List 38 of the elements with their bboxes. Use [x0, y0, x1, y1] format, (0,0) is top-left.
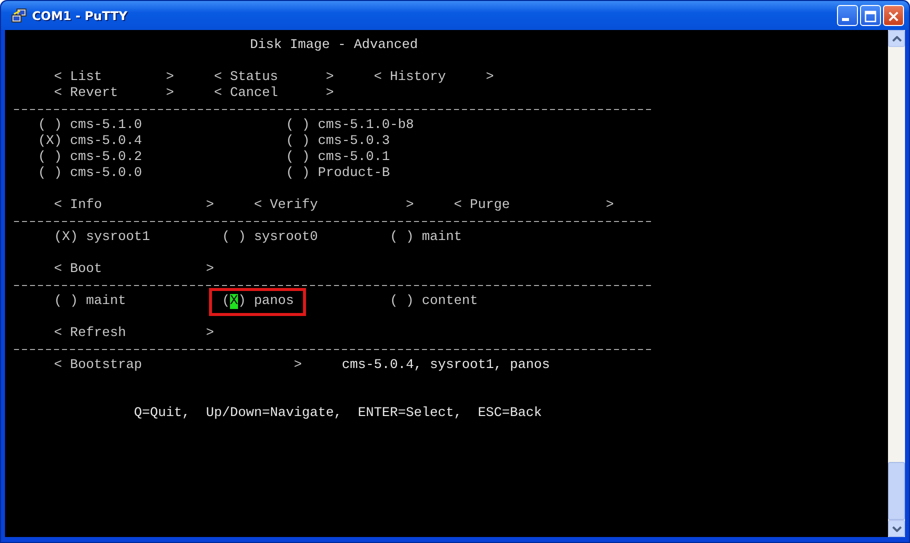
- scroll-up-button[interactable]: [888, 30, 905, 47]
- radio-option[interactable]: ( ) cms-5.0.2: [38, 150, 142, 166]
- menu-option[interactable]: < Refresh >: [54, 326, 214, 342]
- menu-option[interactable]: < Verify >: [254, 198, 414, 214]
- radio-option[interactable]: ( ) cms-5.0.3: [286, 134, 390, 150]
- scroll-thumb[interactable]: [888, 462, 905, 520]
- radio-option[interactable]: ( ) content: [390, 294, 478, 309]
- radio-option[interactable]: ( ) cms-5.1.0: [38, 118, 142, 134]
- menu-option[interactable]: < Status >: [214, 70, 334, 86]
- scrollbar[interactable]: [888, 30, 905, 537]
- minimize-icon: [842, 18, 849, 21]
- screen-heading: Disk Image - Advanced: [248, 38, 419, 54]
- radio-option[interactable]: ( ) cms-5.1.0-b8: [286, 118, 414, 134]
- radio-option[interactable]: ( ) sysroot0: [222, 230, 318, 245]
- window-title: COM1 - PuTTY: [32, 8, 128, 22]
- menu-option[interactable]: < Revert >: [54, 86, 174, 102]
- menu-option[interactable]: < List >: [54, 70, 174, 86]
- radio-option[interactable]: ( ) cms-5.0.0: [38, 166, 142, 182]
- radio-option[interactable]: ( ) Product-B: [286, 166, 390, 182]
- computers-icon: [11, 8, 27, 24]
- key-help: Q=Quit, Up/Down=Navigate, ENTER=Select, ESC=Back: [132, 406, 543, 422]
- radio-option[interactable]: (X) sysroot1: [54, 230, 150, 245]
- menu-option[interactable]: < Cancel >: [214, 86, 334, 102]
- menu-option[interactable]: < Info >: [54, 198, 214, 214]
- scroll-down-button[interactable]: [888, 520, 905, 537]
- menu-option[interactable]: < Purge >: [454, 198, 614, 214]
- radio-option[interactable]: ( ) cms-5.0.1: [286, 150, 390, 166]
- radio-option[interactable]: ( ) maint: [390, 230, 462, 245]
- minimize-button[interactable]: [837, 5, 858, 26]
- radio-option[interactable]: (X) panos: [222, 294, 294, 309]
- maximize-button[interactable]: [860, 5, 881, 26]
- menu-option[interactable]: < History >: [374, 70, 494, 86]
- menu-option[interactable]: < Boot >: [54, 262, 214, 278]
- radio-option[interactable]: ( ) maint: [54, 294, 126, 309]
- radio-option[interactable]: (X) cms-5.0.4: [38, 134, 142, 150]
- menu-option[interactable]: < Bootstrap >: [54, 358, 302, 374]
- selection-summary: cms-5.0.4, sysroot1, panos: [342, 358, 550, 374]
- close-button[interactable]: [883, 5, 904, 26]
